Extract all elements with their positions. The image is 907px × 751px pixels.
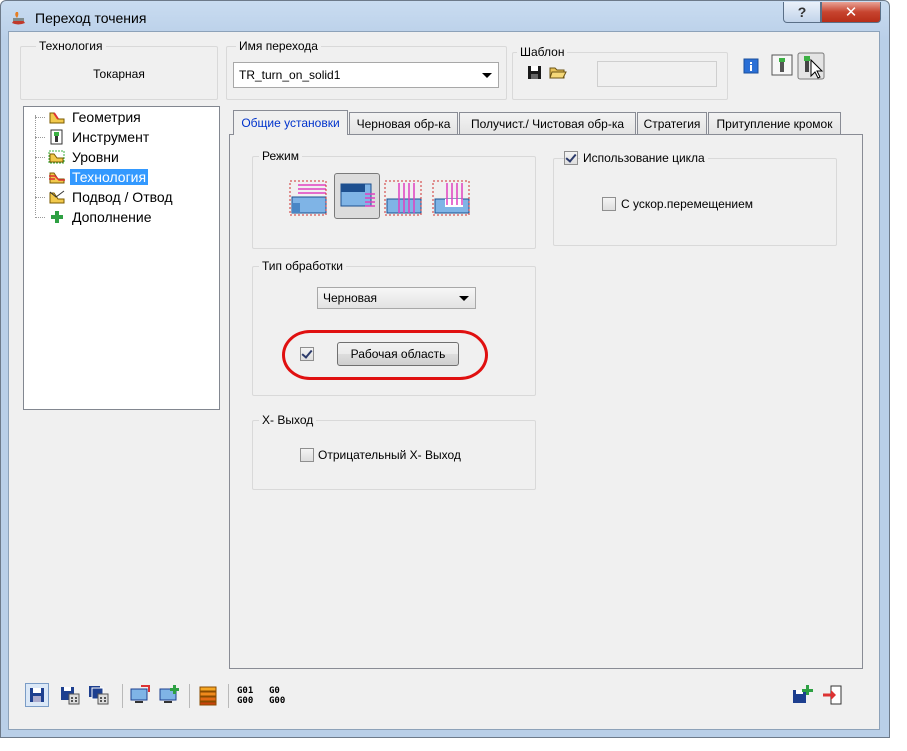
tree-item-technology[interactable]: Технология: [34, 167, 149, 187]
template-field: [597, 61, 717, 87]
navigation-tree[interactable]: Геометрия Инструмент Уровни Технология П…: [23, 106, 220, 410]
tab-panel-general: Режим Использование цикла С ускор.переме…: [229, 134, 863, 669]
technology-value: Токарная: [93, 67, 145, 81]
simulate-icon[interactable]: [129, 684, 151, 706]
tree-item-tool[interactable]: Инструмент: [34, 127, 151, 147]
rapid-move-checkbox[interactable]: [602, 197, 616, 211]
tree-item-label: Геометрия: [72, 109, 141, 125]
annotation-highlight: [282, 330, 488, 380]
negative-x-exit-checkbox[interactable]: [300, 448, 314, 462]
use-cycle-checkbox[interactable]: [564, 151, 578, 165]
tree-item-label: Подвод / Отвод: [72, 189, 173, 205]
processing-type-label: Тип обработки: [259, 259, 346, 273]
mode-group: Режим: [252, 149, 536, 249]
stock-layers-icon[interactable]: [197, 684, 219, 706]
save-button[interactable]: [25, 683, 49, 707]
tree-item-label: Уровни: [72, 149, 119, 165]
chevron-down-icon: [459, 296, 469, 301]
tree-item-levels[interactable]: Уровни: [34, 147, 121, 167]
dialog-client-area: Технология Токарная Имя перехода TR_turn…: [8, 31, 880, 730]
longitudinal-turning-icon[interactable]: [383, 179, 423, 219]
exit-icon[interactable]: [821, 684, 843, 706]
step-name-label: Имя перехода: [236, 39, 321, 53]
tab-strategy[interactable]: Стратегия: [637, 112, 707, 134]
approach-retract-icon: [49, 190, 65, 204]
tool-icon: [50, 129, 63, 145]
use-cycle-label: Использование цикла: [580, 151, 708, 165]
tree-item-label: Дополнение: [72, 209, 152, 225]
template-group: Шаблон: [512, 45, 728, 100]
tool-select-cursor-icon[interactable]: [797, 52, 827, 80]
tree-item-label: Инструмент: [72, 129, 150, 145]
levels-icon: [48, 150, 65, 164]
tab-roughing[interactable]: Черновая обр-ка: [349, 112, 458, 134]
use-cycle-group: Использование цикла С ускор.перемещением: [553, 151, 837, 246]
geometry-icon: [49, 112, 65, 124]
technology-icon: [49, 172, 65, 184]
step-name-group: Имя перехода TR_turn_on_solid1: [226, 39, 507, 100]
technology-group: Технология Токарная: [20, 39, 218, 100]
save-add-icon[interactable]: [791, 684, 813, 706]
processing-type-value: Черновая: [323, 291, 378, 305]
profile-corner-icon: [340, 183, 375, 207]
open-template-icon[interactable]: [549, 64, 567, 80]
save-all-calc-icon[interactable]: [88, 684, 110, 706]
title-bar[interactable]: Переход точения ? ✕: [1, 1, 889, 33]
gcode-view-icon[interactable]: G0 G00: [269, 686, 285, 706]
tool-library-icon[interactable]: [771, 54, 793, 76]
template-label: Шаблон: [517, 45, 568, 59]
tree-item-approach-retract[interactable]: Подвод / Отвод: [34, 187, 175, 207]
save-icon: [30, 688, 44, 702]
add-simulate-icon[interactable]: [158, 684, 180, 706]
gcode-generate-icon[interactable]: G01 G00: [237, 686, 253, 706]
tree-item-addition[interactable]: Дополнение: [34, 207, 154, 227]
processing-type-select[interactable]: Черновая: [317, 287, 476, 309]
profile-corner-mode-button[interactable]: [334, 173, 380, 219]
chevron-down-icon: [482, 73, 492, 78]
help-button[interactable]: ?: [783, 2, 821, 23]
step-name-combo[interactable]: TR_turn_on_solid1: [233, 62, 499, 88]
groove-turning-icon[interactable]: [431, 179, 471, 219]
save-template-icon[interactable]: [527, 65, 542, 80]
window-title: Переход точения: [35, 10, 147, 26]
plus-icon: [51, 211, 63, 223]
tab-edge-blunting[interactable]: Притупление кромок: [708, 112, 841, 134]
info-icon[interactable]: [743, 58, 759, 74]
app-icon: [12, 12, 25, 25]
save-calc-icon[interactable]: [59, 684, 81, 706]
technology-label: Технология: [36, 39, 106, 53]
rapid-move-label: С ускор.перемещением: [621, 197, 754, 211]
face-turning-icon[interactable]: [288, 179, 328, 219]
mode-label: Режим: [259, 149, 302, 163]
close-button[interactable]: ✕: [821, 2, 881, 23]
tab-general-settings[interactable]: Общие установки: [233, 110, 348, 135]
x-exit-group: X- Выход Отрицательный X- Выход: [252, 413, 536, 490]
tree-item-geometry[interactable]: Геометрия: [34, 107, 143, 127]
step-name-value: TR_turn_on_solid1: [239, 68, 341, 82]
x-exit-label: X- Выход: [259, 413, 317, 427]
tree-item-label: Технология: [70, 169, 149, 185]
negative-x-exit-label: Отрицательный X- Выход: [318, 448, 461, 462]
tab-semi-finishing[interactable]: Получист./ Чистовая обр-ка: [459, 112, 636, 134]
